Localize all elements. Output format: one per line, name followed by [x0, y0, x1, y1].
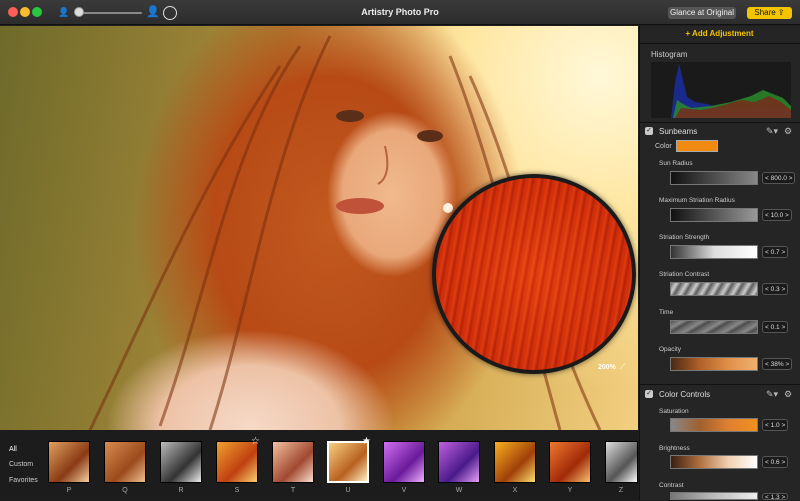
value-stepper[interactable]: < 38% >: [762, 358, 793, 370]
preset-label: Z: [618, 487, 624, 494]
preset-label: Y: [567, 487, 573, 494]
magnifier-zoom-label: 200%: [598, 364, 616, 371]
slider-label: Maximum Striation Radius: [659, 197, 735, 204]
favorite-star-icon[interactable]: ★: [362, 436, 371, 447]
category-all[interactable]: All: [9, 446, 17, 453]
value-stepper[interactable]: < 0.1 >: [762, 321, 789, 333]
value-stepper[interactable]: < 1.3 >: [762, 493, 789, 501]
slider-label: Brightness: [659, 445, 690, 452]
preset-thumbnail[interactable]: [160, 441, 202, 483]
divider: [639, 122, 800, 123]
striation-radius-slider[interactable]: [670, 208, 758, 222]
histogram-chart: [651, 62, 791, 118]
brightness-slider[interactable]: [670, 455, 758, 469]
preset-label: R: [178, 487, 184, 494]
value-stepper[interactable]: < 10.0 >: [762, 209, 792, 221]
striation-strength-slider[interactable]: [670, 245, 758, 259]
preset-thumbnail-selected[interactable]: [327, 441, 369, 483]
slider-label: Time: [659, 309, 674, 316]
glance-at-original-button[interactable]: Glance at Original: [668, 7, 736, 19]
slider-label: Opacity: [659, 346, 682, 353]
sunbeams-checkbox[interactable]: ✓: [645, 127, 653, 135]
add-adjustment-button[interactable]: + Add Adjustment: [639, 29, 800, 38]
slider-label: Sun Radius: [659, 160, 693, 167]
zoom-window-button[interactable]: [32, 7, 42, 17]
app-title: Artistry Photo Pro: [361, 7, 439, 17]
slider-label: Striation Contrast: [659, 271, 710, 278]
preset-label: W: [455, 487, 463, 494]
time-slider[interactable]: [670, 320, 758, 334]
gear-icon[interactable]: ⚙: [784, 389, 794, 399]
saturation-slider[interactable]: [670, 418, 758, 432]
contrast-slider[interactable]: [670, 492, 758, 500]
favorite-star-icon[interactable]: ☆: [251, 436, 260, 447]
category-favorites[interactable]: Favorites: [9, 477, 38, 484]
preset-thumbnail[interactable]: [272, 441, 314, 483]
preset-thumbnail[interactable]: [605, 441, 638, 483]
preset-label: T: [290, 487, 296, 494]
value-stepper[interactable]: < 0.7 >: [762, 246, 789, 258]
zoom-slider-knob[interactable]: [74, 7, 84, 17]
value-stepper[interactable]: < 1.0 >: [762, 419, 789, 431]
opacity-slider[interactable]: [670, 357, 758, 371]
category-custom[interactable]: Custom: [9, 461, 33, 468]
magnifier-loupe[interactable]: [432, 174, 636, 374]
preset-label: P: [66, 487, 72, 494]
person-large-icon: 👤: [146, 6, 160, 18]
sunbeams-title: Sunbeams: [659, 127, 698, 136]
share-button[interactable]: Share ⇪: [747, 7, 792, 19]
preset-label: S: [234, 487, 240, 494]
slider-label: Striation Strength: [659, 234, 710, 241]
striation-contrast-slider[interactable]: [670, 282, 758, 296]
histogram-label: Histogram: [651, 50, 688, 59]
preset-thumbnail[interactable]: [48, 441, 90, 483]
brush-icon[interactable]: ✎▾: [766, 126, 778, 136]
divider: [639, 43, 800, 44]
preset-thumbnail[interactable]: [494, 441, 536, 483]
preset-thumbnail[interactable]: [216, 441, 258, 483]
preset-thumbnail[interactable]: [438, 441, 480, 483]
color-label: Color: [655, 143, 672, 150]
brush-icon[interactable]: ✎▾: [766, 389, 778, 399]
minimize-window-button[interactable]: [20, 7, 30, 17]
zoom-slider-track[interactable]: [74, 12, 142, 14]
sun-radius-slider[interactable]: [670, 171, 758, 185]
value-stepper[interactable]: < 0.3 >: [762, 283, 789, 295]
color-controls-title: Color Controls: [659, 390, 711, 399]
slider-label: Saturation: [659, 408, 689, 415]
preset-thumbnail[interactable]: [549, 441, 591, 483]
loupe-icon[interactable]: [163, 6, 177, 20]
value-stepper[interactable]: < 800.0 >: [762, 172, 796, 184]
close-window-button[interactable]: [8, 7, 18, 17]
preset-filmstrip: [0, 430, 638, 500]
slider-label: Contrast: [659, 482, 684, 489]
color-controls-checkbox[interactable]: ✓: [645, 390, 653, 398]
preset-label: X: [512, 487, 518, 494]
preset-label: Q: [122, 487, 128, 494]
preset-thumbnail[interactable]: [383, 441, 425, 483]
color-swatch[interactable]: [676, 140, 718, 152]
value-stepper[interactable]: < 0.6 >: [762, 456, 789, 468]
person-small-icon: 👤: [58, 7, 70, 17]
resize-handle-icon[interactable]: ⟋: [620, 362, 630, 372]
gear-icon[interactable]: ⚙: [784, 126, 794, 136]
divider: [639, 384, 800, 385]
preset-label: V: [401, 487, 407, 494]
preset-thumbnail[interactable]: [104, 441, 146, 483]
preset-label: U: [345, 487, 351, 494]
